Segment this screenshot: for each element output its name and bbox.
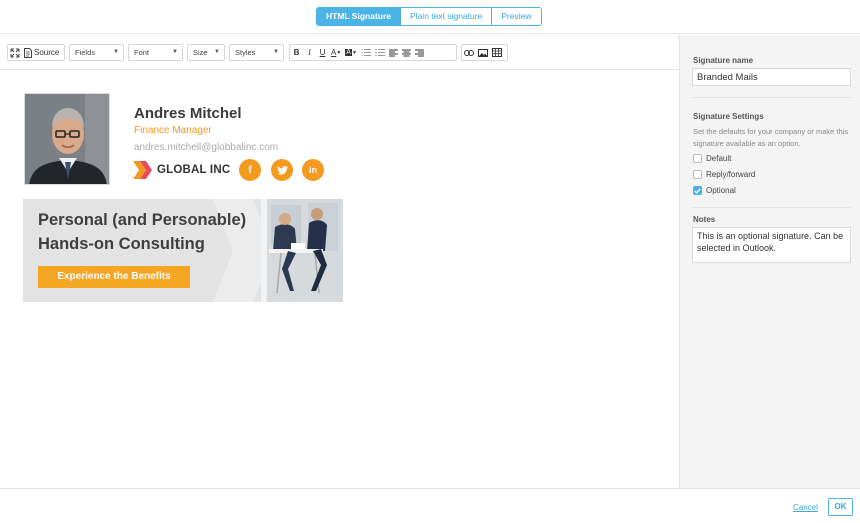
text-color-button[interactable]: A ▼: [329, 45, 343, 60]
notes-label: Notes: [693, 215, 716, 224]
company-logo: GLOBAL INC: [133, 161, 230, 179]
caret-down-icon: ▼: [214, 49, 220, 55]
document-icon: [24, 47, 32, 58]
tab-plain-text-signature[interactable]: Plain text signature: [400, 8, 492, 25]
banner-headline-2: Hands-on Consulting: [38, 235, 205, 253]
checkbox-icon[interactable]: [693, 170, 702, 179]
signature-name-input[interactable]: [692, 68, 851, 86]
facebook-icon[interactable]: f: [239, 159, 261, 181]
optional-checkbox[interactable]: Optional: [693, 186, 736, 195]
toolbar-group-view: Source: [7, 44, 65, 61]
image-icon[interactable]: [476, 45, 490, 60]
size-dropdown[interactable]: Size ▼: [187, 44, 225, 61]
signature-name: Andres Mitchel: [134, 105, 242, 122]
notes-textarea[interactable]: This is an optional signature. Can be se…: [692, 227, 851, 263]
caret-down-icon: ▼: [113, 49, 119, 55]
banner-headline-1: Personal (and Personable): [38, 211, 247, 229]
toolbar-group-insert: [461, 44, 508, 61]
font-dropdown[interactable]: Font ▼: [128, 44, 183, 61]
font-label: Font: [134, 48, 150, 57]
underline-button[interactable]: U: [316, 45, 329, 60]
caret-down-icon: ▼: [336, 49, 342, 56]
caret-down-icon: ▼: [172, 49, 178, 55]
default-checkbox-label: Default: [706, 154, 732, 163]
align-left-icon[interactable]: [387, 45, 400, 60]
signature-editor[interactable]: Source Fields ▼ Font ▼ Size ▼ Styles ▼ B I U…: [0, 35, 679, 488]
caret-down-icon: ▼: [351, 49, 357, 56]
caret-down-icon: ▼: [273, 49, 279, 55]
settings-panel: Signature name Signature Settings Set th…: [679, 35, 860, 488]
source-button[interactable]: Source: [22, 45, 61, 60]
numbered-list-icon[interactable]: [359, 45, 373, 60]
source-label: Source: [34, 48, 60, 57]
cancel-link[interactable]: Cancel: [793, 503, 818, 512]
size-label: Size: [193, 48, 208, 57]
twitter-icon[interactable]: [271, 159, 293, 181]
tab-html-signature[interactable]: HTML Signature: [317, 8, 401, 25]
reply-forward-checkbox-label: Reply/forward: [706, 170, 756, 179]
signature-settings-label: Signature Settings: [693, 112, 764, 121]
default-checkbox[interactable]: Default: [693, 154, 731, 163]
company-name: GLOBAL INC: [157, 164, 231, 176]
chevron-logo-icon: [133, 161, 152, 179]
dialog-footer: Cancel OK: [0, 488, 860, 523]
signature-title: Finance Manager: [134, 125, 212, 136]
checkmark-icon[interactable]: [693, 186, 702, 195]
table-icon[interactable]: [490, 45, 504, 60]
promo-banner[interactable]: Personal (and Personable) Hands-on Consu…: [23, 199, 343, 302]
bg-color-label: A: [345, 49, 352, 56]
linkedin-icon[interactable]: in: [302, 159, 324, 181]
top-bar: HTML Signature Plain text signature Prev…: [0, 0, 860, 34]
mode-tabs: HTML Signature Plain text signature Prev…: [316, 7, 542, 26]
signature-email[interactable]: andres.mitchell@globbalinc.com: [134, 142, 278, 153]
styles-label: Styles: [235, 48, 256, 57]
tab-preview[interactable]: Preview: [491, 8, 541, 25]
fields-label: Fields: [75, 48, 96, 57]
banner-cta-button[interactable]: Experience the Benefits: [38, 266, 190, 288]
fields-dropdown[interactable]: Fields ▼: [69, 44, 124, 61]
signature-name-label: Signature name: [693, 56, 754, 65]
divider: [692, 97, 851, 98]
styles-dropdown[interactable]: Styles ▼: [229, 44, 284, 61]
italic-button[interactable]: I: [303, 45, 316, 60]
bg-color-button[interactable]: A ▼: [343, 45, 359, 60]
maximize-icon[interactable]: [8, 45, 22, 60]
ok-button[interactable]: OK: [828, 498, 853, 516]
bulleted-list-icon[interactable]: [373, 45, 387, 60]
link-icon[interactable]: [462, 45, 476, 60]
align-right-icon[interactable]: [413, 45, 426, 60]
toolbar-group-format: B I U A ▼ A ▼: [289, 44, 457, 61]
align-center-icon[interactable]: [400, 45, 413, 60]
profile-photo: [24, 93, 110, 185]
bold-button[interactable]: B: [290, 45, 303, 60]
checkbox-icon[interactable]: [693, 154, 702, 163]
optional-checkbox-label: Optional: [706, 186, 736, 195]
signature-settings-description: Set the defaults for your company or mak…: [693, 127, 849, 148]
reply-forward-checkbox[interactable]: Reply/forward: [693, 170, 755, 179]
divider: [692, 207, 851, 208]
editor-toolbar: Source Fields ▼ Font ▼ Size ▼ Styles ▼ B I U…: [0, 35, 679, 70]
